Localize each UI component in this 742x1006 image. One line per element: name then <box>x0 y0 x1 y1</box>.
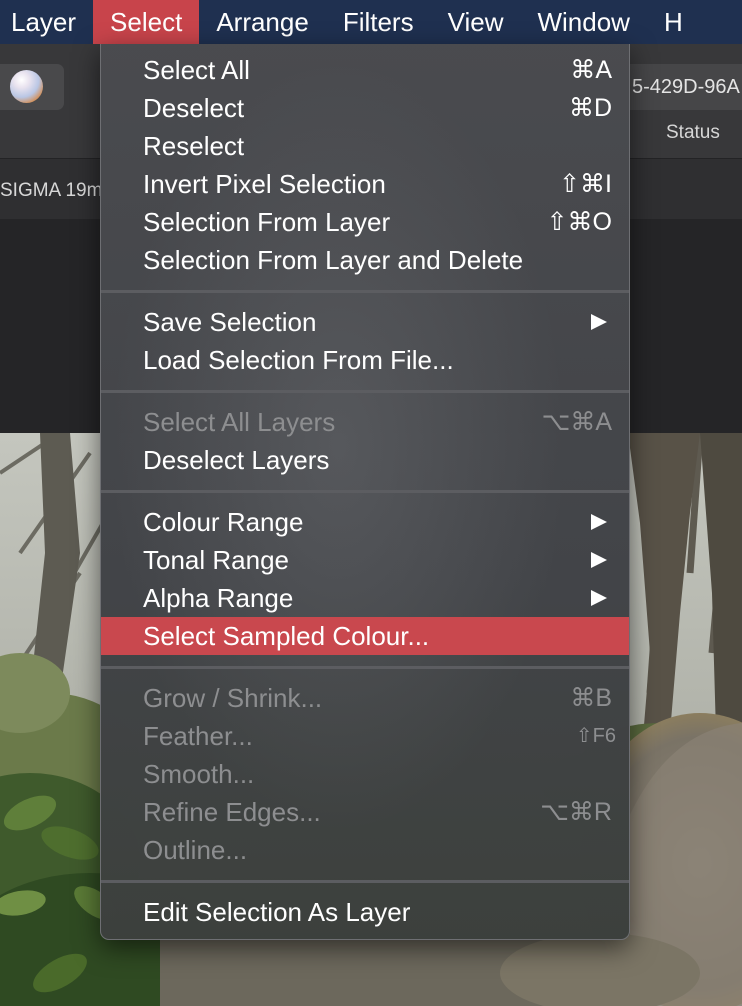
menu-item-label: Selection From Layer and Delete <box>143 245 524 275</box>
menu-item-label: Colour Range <box>143 507 304 537</box>
submenu-arrow-icon <box>591 590 607 606</box>
menu-item-outline: Outline... <box>101 831 629 869</box>
menu-item-label: Outline... <box>143 835 248 865</box>
colour-picker-button[interactable] <box>0 64 64 110</box>
menu-item-label: Select All Layers <box>143 407 336 437</box>
menu-item-label: Smooth... <box>143 759 255 789</box>
menu-item-shortcut: ⇧F6 <box>575 725 616 747</box>
menu-arrange[interactable]: Arrange <box>199 0 326 44</box>
menu-item-alpha-range[interactable]: Alpha Range <box>101 579 629 617</box>
menu-select[interactable]: Select <box>93 0 200 44</box>
menu-item-label: Save Selection <box>143 307 317 337</box>
menu-layer[interactable]: Layer <box>0 0 93 44</box>
submenu-arrow-icon <box>591 514 607 530</box>
menu-item-label: Grow / Shrink... <box>143 683 323 713</box>
menu-view[interactable]: View <box>431 0 521 44</box>
menu-item-shortcut: ⌘D <box>568 94 612 122</box>
menu-item-grow-shrink: Grow / Shrink... ⌘B <box>101 679 629 717</box>
menu-separator <box>101 880 629 883</box>
menu-item-label: Select Sampled Colour... <box>143 621 430 651</box>
menu-item-label: Reselect <box>143 131 245 161</box>
menu-item-feather: Feather... ⇧F6 <box>101 717 629 755</box>
menu-separator <box>101 490 629 493</box>
menu-item-label: Select All <box>143 55 250 85</box>
menu-item-smooth: Smooth... <box>101 755 629 793</box>
menu-item-refine-edges: Refine Edges... ⌥⌘R <box>101 793 629 831</box>
menu-item-label: Deselect <box>143 93 245 123</box>
menu-item-shortcut: ⌥⌘R <box>540 798 612 826</box>
menu-item-shortcut: ⌘A <box>570 56 612 84</box>
lens-label: SIGMA 19m <box>0 180 103 201</box>
submenu-arrow-icon <box>591 552 607 568</box>
menu-item-label: Load Selection From File... <box>143 345 454 375</box>
menu-item-select-sampled-colour[interactable]: Select Sampled Colour... <box>101 617 629 655</box>
menu-item-shortcut: ⌥⌘A <box>541 408 612 436</box>
menu-item-colour-range[interactable]: Colour Range <box>101 503 629 541</box>
menu-item-label: Deselect Layers <box>143 445 330 475</box>
submenu-arrow-icon <box>591 314 607 330</box>
menu-item-label: Refine Edges... <box>143 797 321 827</box>
menu-item-selection-from-layer[interactable]: Selection From Layer ⇧⌘O <box>101 203 629 241</box>
menu-item-label: Tonal Range <box>143 545 289 575</box>
menu-item-selection-from-layer-and-delete[interactable]: Selection From Layer and Delete <box>101 241 629 279</box>
colour-wheel-icon <box>10 70 43 103</box>
menu-item-select-all[interactable]: Select All ⌘A <box>101 51 629 89</box>
menu-window[interactable]: Window <box>520 0 646 44</box>
menu-item-tonal-range[interactable]: Tonal Range <box>101 541 629 579</box>
menu-item-save-selection[interactable]: Save Selection <box>101 303 629 341</box>
menu-item-load-selection-from-file[interactable]: Load Selection From File... <box>101 341 629 379</box>
menu-item-label: Invert Pixel Selection <box>143 169 386 199</box>
menu-item-label: Feather... <box>143 721 253 751</box>
menu-separator <box>101 290 629 293</box>
menu-separator <box>101 666 629 669</box>
menu-bar: Layer Select Arrange Filters View Window… <box>0 0 742 44</box>
menu-item-reselect[interactable]: Reselect <box>101 127 629 165</box>
menu-item-deselect-layers[interactable]: Deselect Layers <box>101 441 629 479</box>
select-dropdown-menu: Select All ⌘A Deselect ⌘D Reselect Inver… <box>100 44 630 940</box>
menu-item-deselect[interactable]: Deselect ⌘D <box>101 89 629 127</box>
menu-item-shortcut: ⇧⌘O <box>546 208 612 236</box>
menu-item-edit-selection-as-layer[interactable]: Edit Selection As Layer <box>101 893 629 931</box>
status-column-header[interactable]: Status <box>666 122 720 144</box>
menu-filters[interactable]: Filters <box>326 0 431 44</box>
menu-item-shortcut: ⌘B <box>570 684 612 712</box>
menu-item-label: Edit Selection As Layer <box>143 897 411 927</box>
menu-item-invert-pixel-selection[interactable]: Invert Pixel Selection ⇧⌘I <box>101 165 629 203</box>
menu-item-label: Alpha Range <box>143 583 294 613</box>
menu-item-shortcut: ⇧⌘I <box>559 170 612 198</box>
menu-separator <box>101 390 629 393</box>
document-id-field[interactable]: 5-429D-96A <box>624 64 742 110</box>
menu-help[interactable]: H <box>647 0 700 44</box>
menu-item-label: Selection From Layer <box>143 207 391 237</box>
menu-item-select-all-layers: Select All Layers ⌥⌘A <box>101 403 629 441</box>
